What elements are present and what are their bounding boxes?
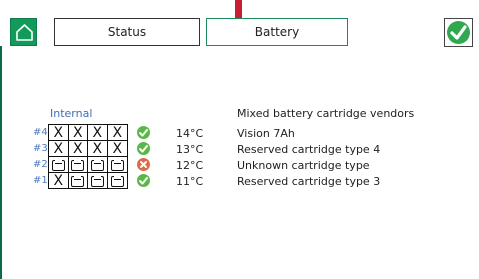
cartridge-slot [108,157,127,173]
cartridge-temperature: 13°C [176,143,204,156]
tab-battery[interactable]: Battery [206,18,348,46]
cartridge-slots [48,157,128,173]
vendor-warning: Mixed battery cartridge vendors [237,107,415,120]
cartridge-slots: XXXX [48,125,128,141]
tab-status-label: Status [107,25,147,39]
cartridge-slot: X [88,125,108,141]
battery-row: #3 X X X X 13°C Reserved cartridge type 4 [0,141,479,157]
empty-cartridge-icon [110,159,124,171]
battery-row: #1 X 11°C Reserved cartridge type 3 [0,173,479,189]
cartridge-mark: X [72,141,83,157]
cartridge-slot [69,173,88,189]
cartridge-slot [88,173,108,189]
slot-number: #3 [33,143,48,154]
top-marker [235,0,242,18]
cartridge-mark: X [112,141,123,157]
cartridge-slot: X [69,125,88,141]
cartridge-slots: X [48,173,128,189]
cartridge-slot [69,157,88,173]
cartridge-slot [108,173,127,189]
cartridge-mark: X [53,173,64,189]
cartridge-slot: X [69,141,88,157]
cartridge-type: Vision 7Ah [237,127,295,140]
cartridge-slot: X [49,141,69,157]
slot-number: #1 [33,175,48,186]
confirm-button[interactable] [444,18,473,47]
cartridge-temperature: 12°C [176,159,204,172]
internal-group-label: Internal [50,107,93,120]
cartridge-slot: X [49,173,69,189]
cartridge-type: Unknown cartridge type [237,159,370,172]
tab-status[interactable]: Status [54,18,200,46]
battery-row: #2 12°C Unknown cartridge type [0,157,479,173]
cartridge-type: Reserved cartridge type 3 [237,175,381,188]
tab-battery-label: Battery [254,25,300,39]
ok-status-icon [137,142,150,155]
empty-cartridge-icon [71,159,85,171]
ok-status-icon [137,174,150,187]
error-status-icon [137,158,150,171]
battery-row: #4 X X X X 14°C Vision 7Ah [0,125,479,141]
slot-number: #2 [33,159,48,170]
cartridge-slot: X [108,125,127,141]
cartridge-type: Reserved cartridge type 4 [237,143,381,156]
cartridge-slot [88,157,108,173]
cartridge-slots: XXXX [48,141,128,157]
empty-cartridge-icon [90,175,104,187]
cartridge-temperature: 11°C [176,175,204,188]
cartridge-mark: X [92,125,103,141]
ok-status-icon [137,126,150,139]
cartridge-mark: X [53,141,64,157]
cartridge-mark: X [112,125,123,141]
cartridge-mark: X [92,141,103,157]
cartridge-slot: X [108,141,127,157]
cartridge-mark: X [53,125,64,141]
slot-number: #4 [33,127,48,138]
cartridge-slot [49,157,69,173]
home-button[interactable] [10,18,37,46]
check-icon [447,21,470,44]
cartridge-slot: X [49,125,69,141]
empty-cartridge-icon [110,175,124,187]
cartridge-mark: X [72,125,83,141]
cartridge-slot: X [88,141,108,157]
cartridge-temperature: 14°C [176,127,204,140]
home-icon [16,24,33,41]
empty-cartridge-icon [90,159,104,171]
empty-cartridge-icon [71,175,85,187]
empty-cartridge-icon [51,159,65,171]
